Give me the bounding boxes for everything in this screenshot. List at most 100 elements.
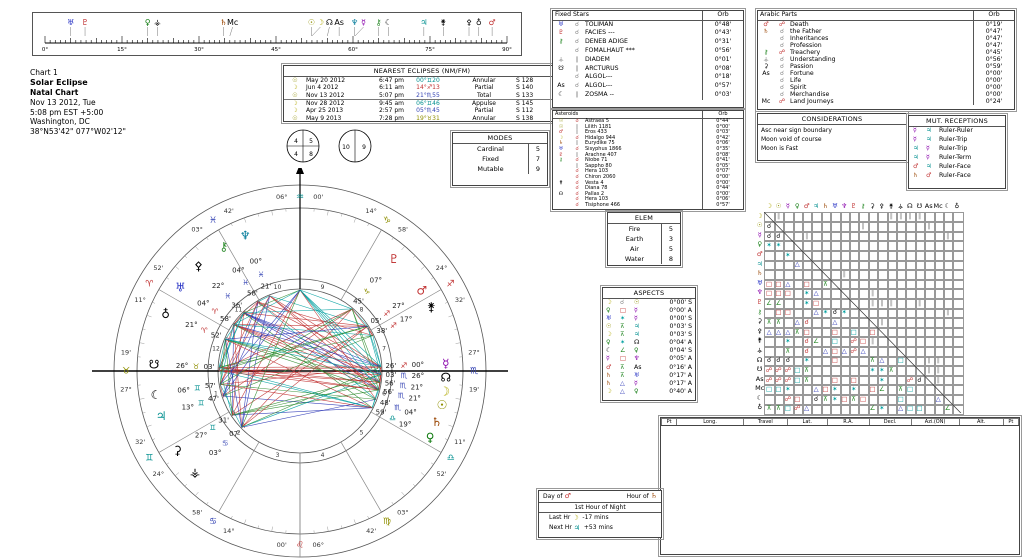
eclipse-date: May 20 2012 [306,77,364,84]
aspect-p2-glyph: ☊ [634,339,648,347]
arabic-part-orb: 0°59' [973,63,1014,70]
grid-aspect-cell: ☌ [802,317,811,327]
aspect-p1-glyph: ♄ [606,380,620,388]
aspect-type-glyph: ✶ [620,315,634,323]
chart-title: Solar Eclipse [30,78,170,88]
grid-aspect-cell: ✶ [783,250,792,260]
grid-header-pluto: ♇ [755,298,764,308]
elements-box: ELEM Fire5Earth3Air5Water8 [607,212,681,266]
arabic-part-point-glyph: ⚷ [758,49,774,56]
grid-aspect-cell: ☍ [774,375,783,385]
house-number-4: 4 [321,452,325,459]
wheel-sign-juno: ♐ [390,321,397,330]
aspect-row: ♅✶☿0°00' S [603,315,695,323]
arabic-part-orb: 0°47' [973,35,1014,42]
grid-aspect-cell: △ [811,384,820,394]
wheel-min-sun: 56' [383,388,394,396]
grid-aspect-cell: □ [774,308,783,318]
cusp-sign-♉: ♉ [122,367,130,377]
eclipse-row: ☉May 9 20137:28 pm19°♉31AnnularS 138 [284,115,560,122]
grid-header-venus: ♀ [793,202,802,210]
grid-header-pluto: ♇ [849,202,858,210]
wheel-sign-pluto: ♑ [363,287,370,296]
grid-aspect-cell: ⊼ [802,375,811,385]
dial-marker-♃: ♃ [420,18,427,27]
grid-aspect-cell: ∥ [887,298,896,308]
grid-aspect-cell: □ [840,394,849,404]
wheel-deg-moon: 21° [411,383,423,391]
fixed-star-name: ALGOL--- [585,73,702,82]
grid-aspect-cell: ☍ [783,394,792,404]
element-row-count: 5 [662,244,680,254]
arabic-part-row: ☌Inheritances0°47' [758,35,1014,42]
mode-row: Cardinal5 [453,144,547,154]
house-number-7: 7 [382,345,386,352]
grid-header-jupiter: ♃ [755,260,764,270]
grid-aspect-cell: □ [905,404,914,414]
dial-marker-⚶: ⚶ [154,18,161,27]
fixed-star-orb-label: Orb [702,11,743,20]
chart-type: Natal Chart [30,88,170,98]
cusp-minute: 42' [224,207,234,215]
mut-kind: Ruler-Trip [939,136,1005,145]
wheel-min-moon: 56' [385,380,396,388]
house-number-10: 10 [274,284,282,291]
grid-col-headers: ☽☉☿♀♂♃♄♅♆♇⚷⚳⚴⚵⚶☊☋AsMc☾♁ [764,202,961,210]
ephem-col-alt: Alt. [959,419,1003,426]
fixed-star-title: Fixed Stars [553,11,702,20]
grid-header-neptune: ♆ [840,202,849,210]
wheel-sign-chiron: ♓ [242,278,249,287]
grid-aspect-cell: ✶ [840,308,849,318]
cusp-degree: 03° [191,225,203,233]
fixed-star-point-glyph [553,47,569,56]
dial-marker-♁: ♁ [476,18,482,27]
wheel-planet-moon: ☽ [439,384,450,398]
grid-header-lilith: ☾ [943,202,952,210]
arabic-part-name: Spirit [790,84,973,91]
nearest-eclipses-title: NEAREST ECLIPSES (NM/FM) [284,66,560,77]
arabic-part-point-glyph: ♂ [758,21,774,28]
grid-aspect-cell: ∠ [811,336,820,346]
grid-aspect-cell: ☍ [849,336,858,346]
wheel-deg-mercury: 00° [412,361,424,369]
arabic-part-row: ♂☍Death0°19' [758,21,1014,28]
dial-tick-label: 0° [42,47,48,53]
dial-marker-☊: ☊ [326,18,333,27]
grid-aspect-cell: ☌ [783,356,792,366]
cusp-minute: 19' [469,385,479,393]
day-of-label: Day of [543,493,563,500]
dial-tick-label: 45° [271,47,281,53]
cusp-degree: 27° [468,349,480,357]
grid-aspect-cell: ☌ [802,336,811,346]
arabic-part-point-glyph: As [758,70,774,77]
wheel-min-juno: 38' [376,327,387,335]
grid-aspect-cell: ☍ [783,365,792,375]
grid-header-vesta: ⚶ [755,346,764,356]
grid-aspect-cell: ☍ [793,404,802,414]
aspect-row: ♂⊼As0°16' A [603,364,695,372]
cusp-degree: 14° [365,207,377,215]
arabic-part-aspect-glyph: ☌ [774,42,790,49]
grid-header-mc: Mc [933,202,942,210]
dial-tick-label: 75° [425,47,435,53]
fixed-star-point-glyph: ⚷ [553,38,569,47]
cusp-degree: 06° [313,541,325,549]
grid-aspect-cell: △ [783,327,792,337]
arabic-part-name: the Father [790,28,973,35]
cusp-minute: 42' [366,527,376,535]
arabic-part-orb-label: Orb [973,11,1014,20]
grid-header-uranus: ♅ [830,202,839,210]
grid-aspect-cell: ✶ [821,308,830,318]
eclipse-row: ☽Jun 4 20126:11 am14°♐13PartialS 140 [284,84,560,91]
grid-cells: ∥∥∥∥∥∥∥∥∥∥∥∥∥∥∥∥∥∥∥∥∥∥∥☌☌☌✶✶✶△□□△□⊼□□□✶△… [764,212,961,414]
asteroids-box: AsteroidsOrb☉☌Astraea 50°44'☉∥Lilith 118… [552,110,744,210]
grid-aspect-cell: ⊼ [764,317,773,327]
aspect-type-glyph: ☌ [620,299,634,307]
wheel-min-vesta: 07' [229,430,240,438]
mut-kind: Ruler-Trip [939,145,1005,154]
wheel-sign-mars: ♐ [383,309,390,318]
last-hr-value: -17 mins [582,514,608,522]
consideration-item: Moon void of course [761,135,903,144]
arabic-part-point-glyph: Mc [758,98,774,105]
quadrant-counts: 4548109 [283,124,393,168]
